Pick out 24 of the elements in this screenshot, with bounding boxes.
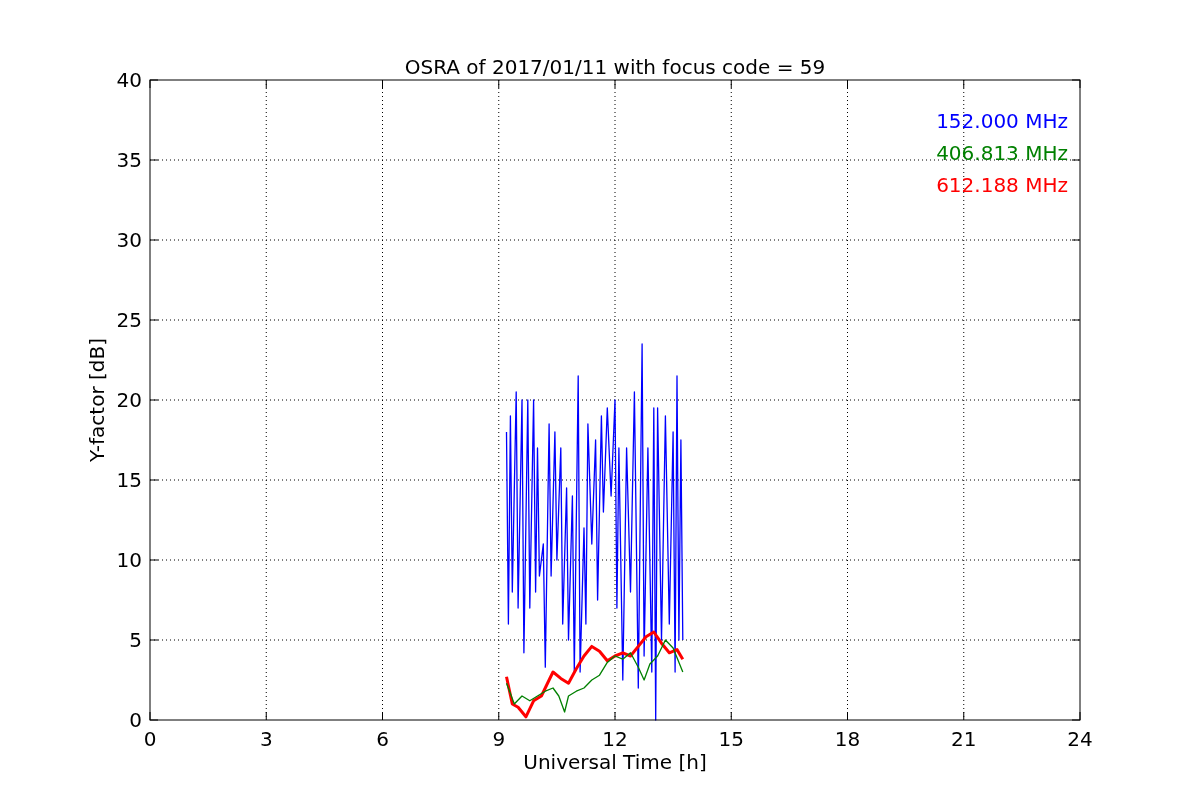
y-tick-label: 35 (116, 148, 142, 172)
x-tick-label: 18 (834, 727, 861, 751)
x-tick-label: 0 (143, 727, 157, 751)
y-tick-label: 0 (129, 708, 142, 732)
x-tick-label: 12 (602, 727, 628, 751)
x-tick-label: 6 (376, 727, 389, 751)
legend-label: 406.813 MHz (936, 141, 1068, 165)
x-tick-label: 21 (951, 727, 977, 751)
legend-label: 152.000 MHz (936, 109, 1068, 133)
y-tick-label: 10 (116, 548, 142, 572)
y-axis-label: Y-factor [dB] (85, 338, 109, 462)
y-tick-label: 30 (116, 228, 142, 252)
y-tick-label: 5 (129, 628, 142, 652)
x-axis-label: Universal Time [h] (523, 750, 707, 774)
y-tick-label: 20 (116, 388, 142, 412)
x-tick-label: 24 (1067, 727, 1093, 751)
y-tick-label: 40 (116, 68, 142, 92)
y-tick-label: 15 (116, 468, 142, 492)
x-tick-label: 9 (492, 727, 506, 751)
x-tick-label: 3 (259, 727, 273, 751)
chart-title: OSRA of 2017/01/11 with focus code = 59 (404, 55, 826, 79)
x-tick-label: 15 (718, 727, 744, 751)
legend-label: 612.188 MHz (936, 173, 1068, 197)
y-tick-label: 25 (116, 308, 142, 332)
